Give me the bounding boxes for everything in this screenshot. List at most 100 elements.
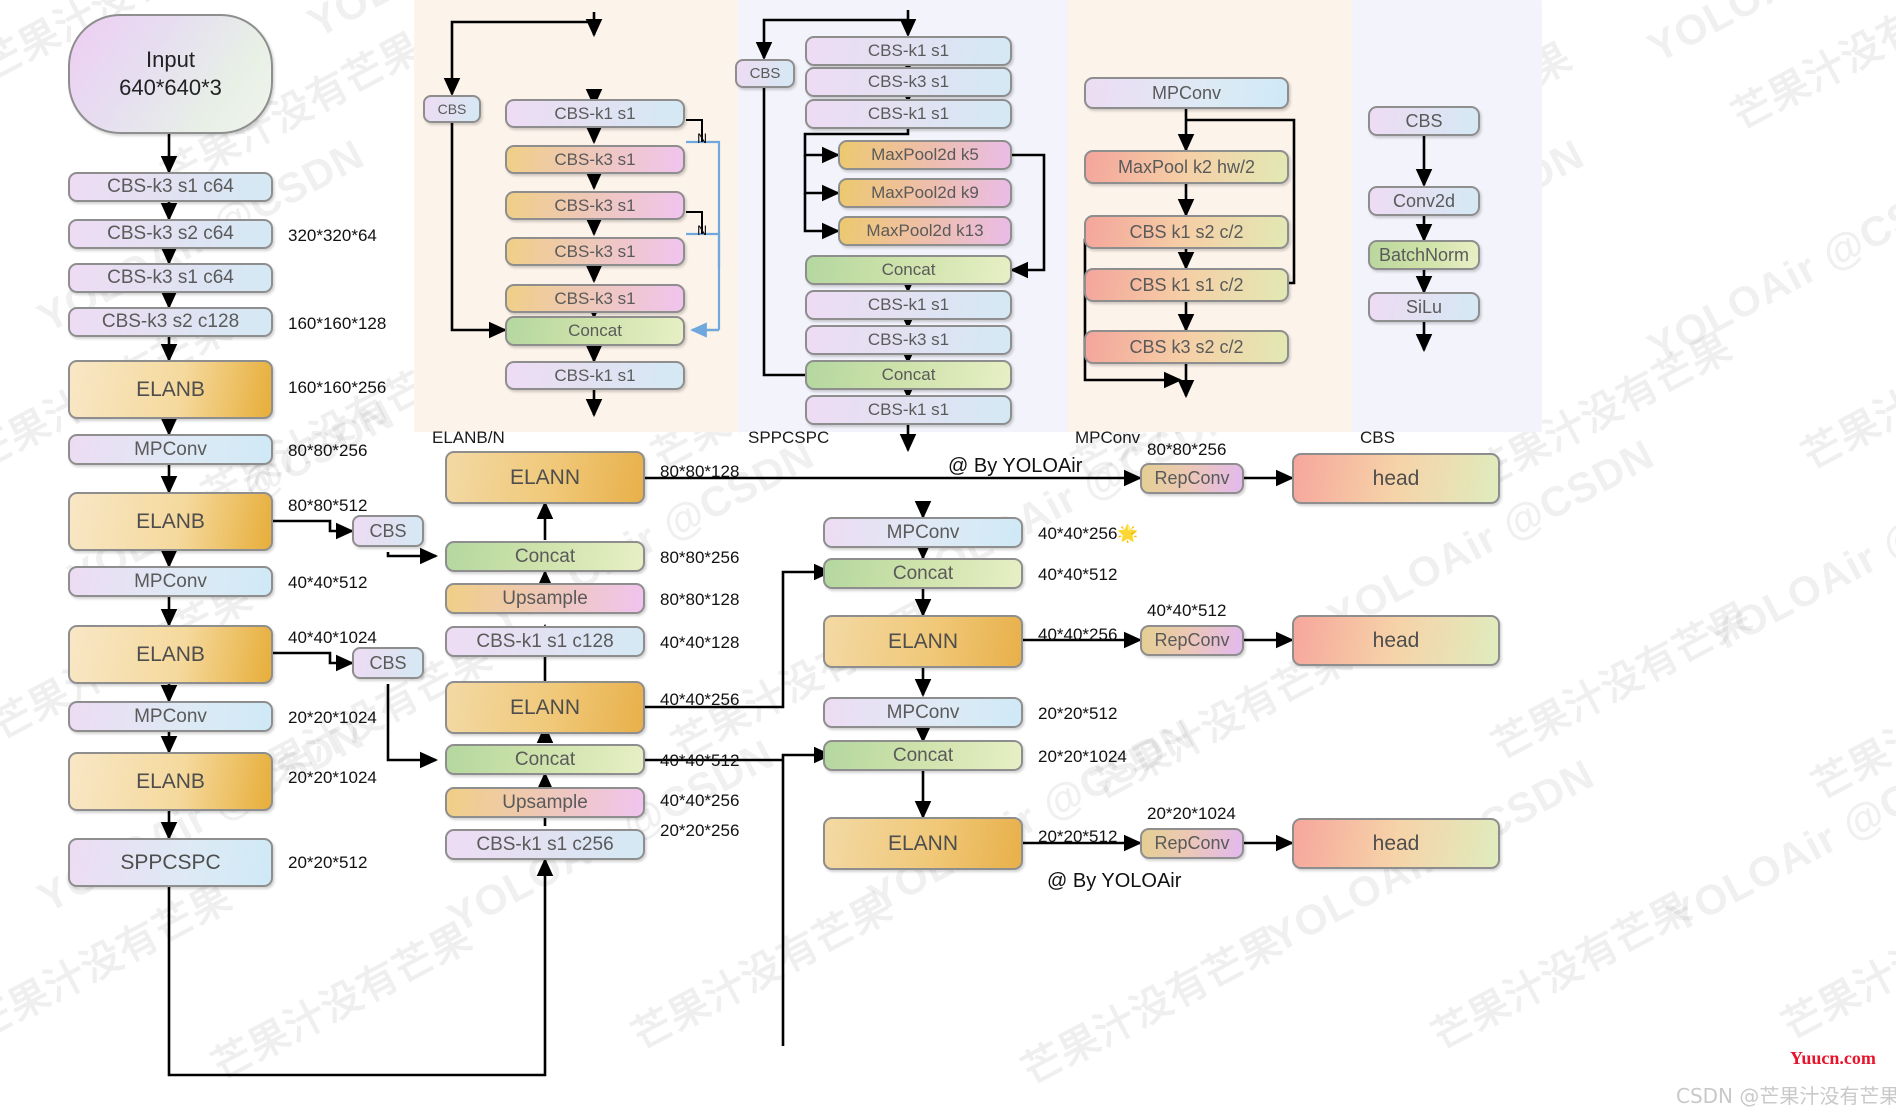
neck-node-0[interactable]: ELANN bbox=[445, 451, 645, 504]
watermark-text: 芒果汁没有芒果 bbox=[204, 914, 480, 1090]
cbs-node-3[interactable]: SiLu bbox=[1368, 292, 1480, 322]
panel-label-elanb: ELANB/N bbox=[432, 428, 505, 447]
head-2[interactable]: head bbox=[1292, 818, 1500, 869]
node-label: head bbox=[1372, 466, 1420, 490]
node-label: head bbox=[1372, 831, 1420, 855]
node-label: SiLu bbox=[1405, 296, 1443, 317]
headpath-node-0[interactable]: MPConv bbox=[823, 517, 1023, 548]
neck-node-1[interactable]: Concat bbox=[445, 541, 645, 572]
sppcspc-node-2[interactable]: CBS-k1 s1 bbox=[805, 99, 1012, 129]
node-label: MPConv bbox=[134, 705, 207, 727]
headpath-node-2[interactable]: ELANN bbox=[823, 615, 1023, 668]
watermark-text: YOLOAir @CSDN bbox=[1700, 450, 1896, 662]
node-label: MaxPool2d k13 bbox=[866, 221, 984, 240]
node-label: RepConv bbox=[1154, 833, 1230, 853]
mpconv-node-3[interactable]: CBS k1 s1 c/2 bbox=[1084, 268, 1289, 302]
output-dim-0: 80*80*256 bbox=[1147, 440, 1227, 459]
sppcspc-node-5[interactable]: MaxPool2d k13 bbox=[838, 216, 1012, 246]
watermark-text: YOLOAir @CSDN bbox=[1640, 0, 1896, 72]
node-label: Concat bbox=[881, 260, 936, 279]
elanb-node-1[interactable]: CBS-k3 s1 bbox=[505, 145, 685, 174]
diagram-canvas: YOLOAir @CSDN YOLOAir @CSDN YOLOAir @CSDN Y… bbox=[0, 0, 1896, 1114]
sppcspc-node-0[interactable]: CBS-k1 s1 bbox=[805, 36, 1012, 66]
backbone-node-9[interactable]: MPConv bbox=[68, 701, 273, 732]
backbone-node-2[interactable]: CBS-k3 s1 c64 bbox=[68, 263, 273, 293]
headpath-dim-1: 40*40*512 bbox=[1038, 565, 1118, 584]
backbone-node-3[interactable]: CBS-k3 s2 c128 bbox=[68, 307, 273, 337]
node-label: CBS bbox=[749, 65, 781, 82]
node-label: CBS-k1 s1 bbox=[867, 295, 950, 314]
headpath-node-5[interactable]: ELANN bbox=[823, 817, 1023, 870]
backbone-node-7[interactable]: MPConv bbox=[68, 566, 273, 597]
mpconv-node-1[interactable]: MaxPool k2 hw/2 bbox=[1084, 150, 1289, 184]
node-label: BatchNorm bbox=[1378, 244, 1470, 265]
cbs-node-2[interactable]: BatchNorm bbox=[1368, 240, 1480, 270]
mpconv-node-2[interactable]: CBS k1 s2 c/2 bbox=[1084, 215, 1289, 249]
sppcspc-node-1[interactable]: CBS-k3 s1 bbox=[805, 67, 1012, 97]
sppcspc-node-9[interactable]: Concat bbox=[805, 360, 1012, 390]
repconv-0[interactable]: RepConv bbox=[1140, 463, 1244, 494]
backbone-cbs-tap-2[interactable]: CBS bbox=[352, 647, 424, 679]
node-label: ELANB bbox=[136, 509, 205, 533]
sppcspc-side-cbs[interactable]: CBS bbox=[735, 59, 795, 88]
neck-node-3[interactable]: CBS-k1 s1 c128 bbox=[445, 626, 645, 657]
node-label: Concat bbox=[514, 545, 576, 567]
backbone-input-node[interactable]: Input 640*640*3 bbox=[68, 14, 273, 134]
repconv-1[interactable]: RepConv bbox=[1140, 625, 1244, 656]
node-label: Concat bbox=[514, 748, 576, 770]
node-label: CBS k3 s2 c/2 bbox=[1129, 336, 1244, 357]
elanb-node-2[interactable]: CBS-k3 s1 bbox=[505, 191, 685, 220]
head-0[interactable]: head bbox=[1292, 453, 1500, 504]
backbone-cbs-tap-1[interactable]: CBS bbox=[352, 515, 424, 547]
cbs-node-1[interactable]: Conv2d bbox=[1368, 186, 1480, 216]
sppcspc-node-6[interactable]: Concat bbox=[805, 255, 1012, 285]
neck-node-2[interactable]: Upsample bbox=[445, 583, 645, 614]
neck-node-7[interactable]: CBS-k1 s1 c256 bbox=[445, 829, 645, 860]
neck-node-6[interactable]: Upsample bbox=[445, 787, 645, 818]
node-label: CBS-k3 s1 bbox=[554, 241, 636, 261]
backbone-dim-11: 20*20*512 bbox=[288, 853, 368, 872]
node-label: Conv2d bbox=[1392, 190, 1456, 211]
repconv-2[interactable]: RepConv bbox=[1140, 828, 1244, 859]
cbs-node-0[interactable]: CBS bbox=[1368, 106, 1480, 136]
node-label: CBS-k3 s1 bbox=[554, 288, 636, 308]
elanb-node-4[interactable]: CBS-k3 s1 bbox=[505, 284, 685, 313]
elanb-node-3[interactable]: CBS-k3 s1 bbox=[505, 237, 685, 266]
node-label: CBS-k1 s1 bbox=[867, 104, 950, 123]
mpconv-node-4[interactable]: CBS k3 s2 c/2 bbox=[1084, 330, 1289, 364]
backbone-node-8[interactable]: ELANB bbox=[68, 625, 273, 684]
watermark-text: 芒果汁没有芒果 bbox=[1774, 874, 1896, 1050]
backbone-node-4[interactable]: ELANB bbox=[68, 360, 273, 419]
backbone-node-10[interactable]: ELANB bbox=[68, 752, 273, 811]
elanb-side-cbs[interactable]: CBS bbox=[423, 95, 481, 123]
headpath-node-1[interactable]: Concat bbox=[823, 558, 1023, 589]
backbone-node-6[interactable]: ELANB bbox=[68, 492, 273, 551]
elanb-node-6[interactable]: CBS-k1 s1 bbox=[505, 361, 685, 390]
elanb-n-label-1: N bbox=[697, 130, 708, 146]
mpconv-node-0[interactable]: MPConv bbox=[1084, 77, 1289, 109]
backbone-node-1[interactable]: CBS-k3 s2 c64 bbox=[68, 219, 273, 249]
node-label: CBS-k3 s1 c64 bbox=[107, 267, 234, 288]
backbone-node-0[interactable]: CBS-k3 s1 c64 bbox=[68, 172, 273, 202]
neck-node-4[interactable]: ELANN bbox=[445, 681, 645, 734]
backbone-node-11[interactable]: SPPCSPC bbox=[68, 838, 273, 887]
headpath-node-3[interactable]: MPConv bbox=[823, 697, 1023, 728]
sppcspc-node-3[interactable]: MaxPool2d k5 bbox=[838, 140, 1012, 170]
sppcspc-node-10[interactable]: CBS-k1 s1 bbox=[805, 395, 1012, 425]
neck-dim-1: 80*80*256 bbox=[660, 548, 740, 567]
sppcspc-node-8[interactable]: CBS-k3 s1 bbox=[805, 325, 1012, 355]
backbone-dim-5: 80*80*256 bbox=[288, 441, 368, 460]
head-1[interactable]: head bbox=[1292, 615, 1500, 666]
neck-dim-2: 80*80*128 bbox=[660, 590, 740, 609]
elanb-node-5[interactable]: Concat bbox=[505, 316, 685, 346]
neck-node-5[interactable]: Concat bbox=[445, 744, 645, 775]
elanb-node-0[interactable]: CBS-k1 s1 bbox=[505, 99, 685, 128]
headpath-node-4[interactable]: Concat bbox=[823, 740, 1023, 771]
sppcspc-node-7[interactable]: CBS-k1 s1 bbox=[805, 290, 1012, 320]
node-label: ELANN bbox=[509, 465, 581, 489]
sppcspc-node-4[interactable]: MaxPool2d k9 bbox=[838, 178, 1012, 208]
credit-by-top: @ By YOLOAir bbox=[948, 455, 1083, 477]
backbone-node-5[interactable]: MPConv bbox=[68, 434, 273, 465]
watermark-text: 芒果汁没有芒果 bbox=[1804, 634, 1896, 810]
neck-dim-3: 40*40*128 bbox=[660, 633, 740, 652]
